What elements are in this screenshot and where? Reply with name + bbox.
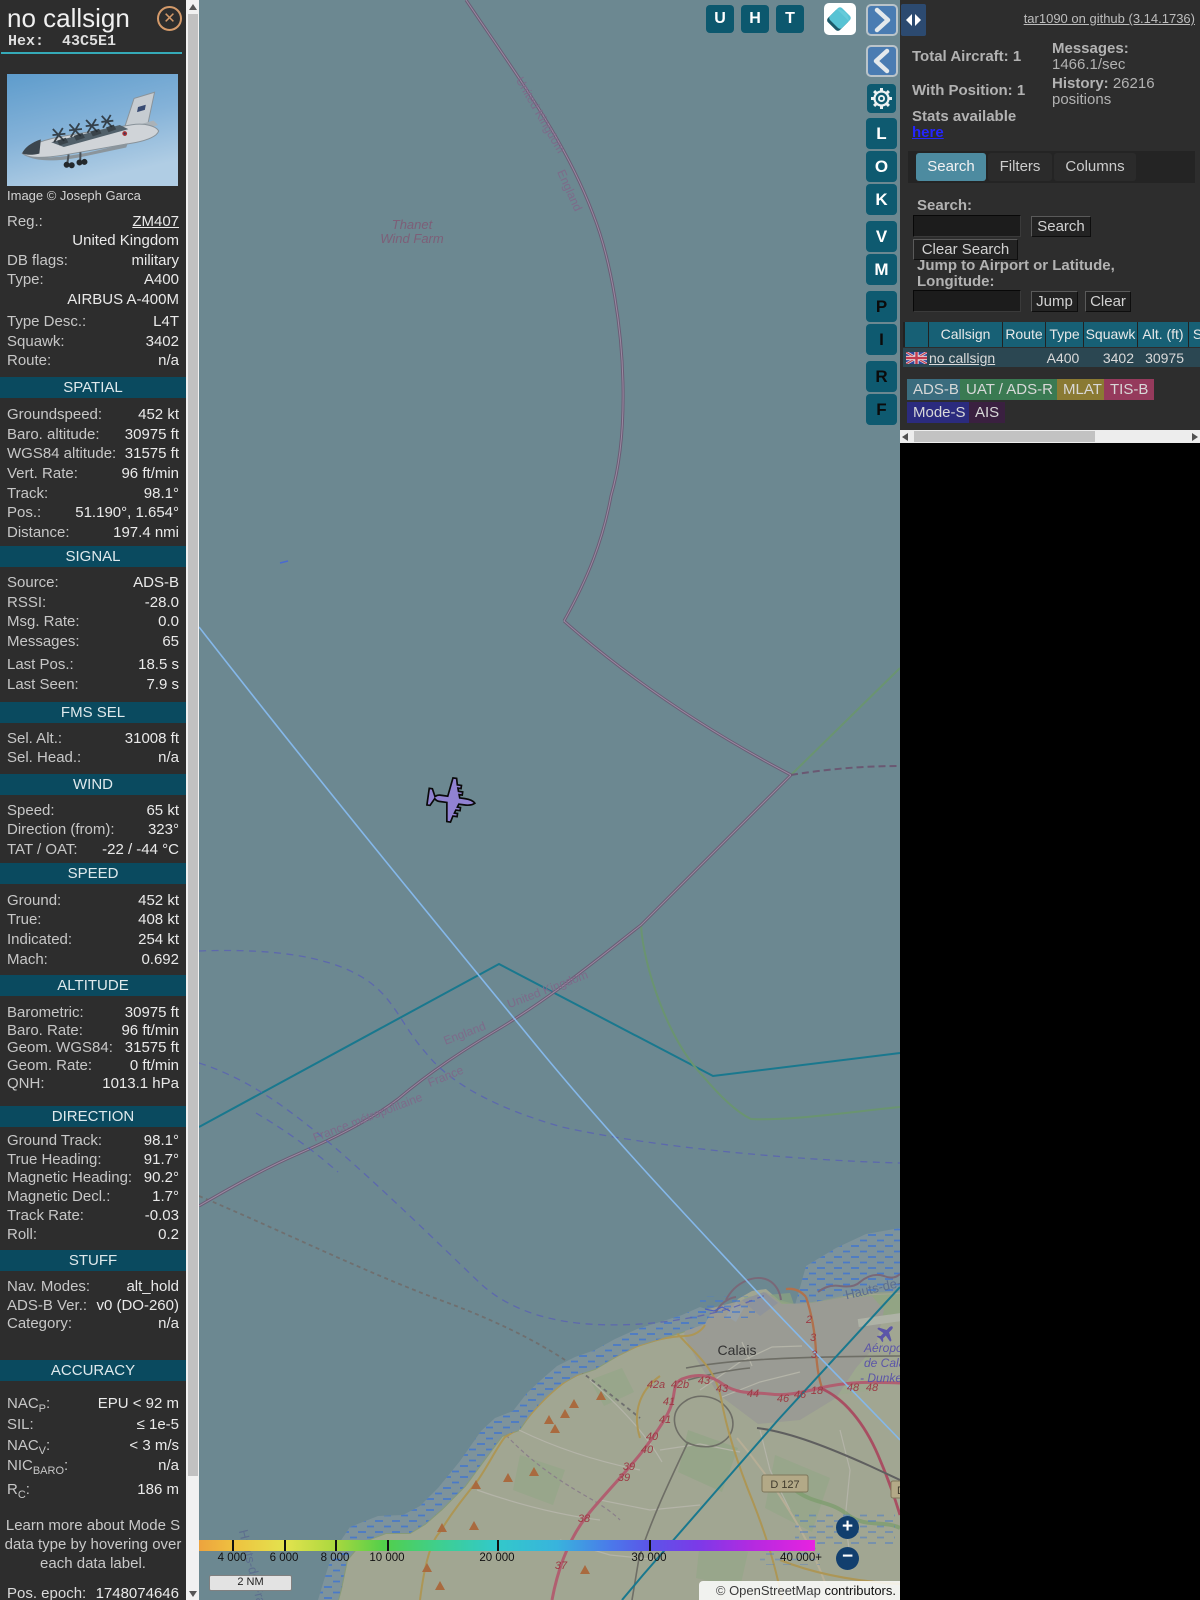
svg-text:43: 43 bbox=[716, 1383, 729, 1395]
svg-text:18: 18 bbox=[811, 1385, 824, 1397]
svg-text:40: 40 bbox=[641, 1444, 654, 1456]
svg-text:43: 43 bbox=[698, 1375, 711, 1387]
svg-text:41: 41 bbox=[663, 1396, 675, 1408]
svg-text:46: 46 bbox=[794, 1389, 807, 1401]
svg-text:42b: 42b bbox=[671, 1379, 689, 1391]
svg-text:44: 44 bbox=[747, 1388, 759, 1400]
svg-text:48: 48 bbox=[847, 1382, 860, 1394]
svg-text:Wind Farm: Wind Farm bbox=[380, 231, 444, 246]
svg-text:38: 38 bbox=[578, 1513, 591, 1525]
svg-text:Thanet: Thanet bbox=[392, 217, 434, 232]
svg-text:Calais: Calais bbox=[718, 1342, 757, 1358]
svg-text:de Calais: de Calais bbox=[864, 1356, 900, 1370]
svg-text:2: 2 bbox=[805, 1314, 812, 1326]
svg-text:48: 48 bbox=[866, 1382, 879, 1394]
svg-text:41: 41 bbox=[659, 1414, 671, 1426]
svg-text:Aéroport: Aéroport bbox=[863, 1341, 900, 1355]
svg-text:3: 3 bbox=[810, 1332, 817, 1344]
svg-text:46: 46 bbox=[777, 1393, 790, 1405]
svg-text:40: 40 bbox=[646, 1431, 659, 1443]
svg-text:D 127: D 127 bbox=[770, 1479, 799, 1491]
svg-text:42a: 42a bbox=[647, 1379, 665, 1391]
svg-text:3: 3 bbox=[811, 1349, 818, 1361]
svg-text:D: D bbox=[897, 1485, 900, 1497]
svg-text:39: 39 bbox=[618, 1472, 630, 1484]
